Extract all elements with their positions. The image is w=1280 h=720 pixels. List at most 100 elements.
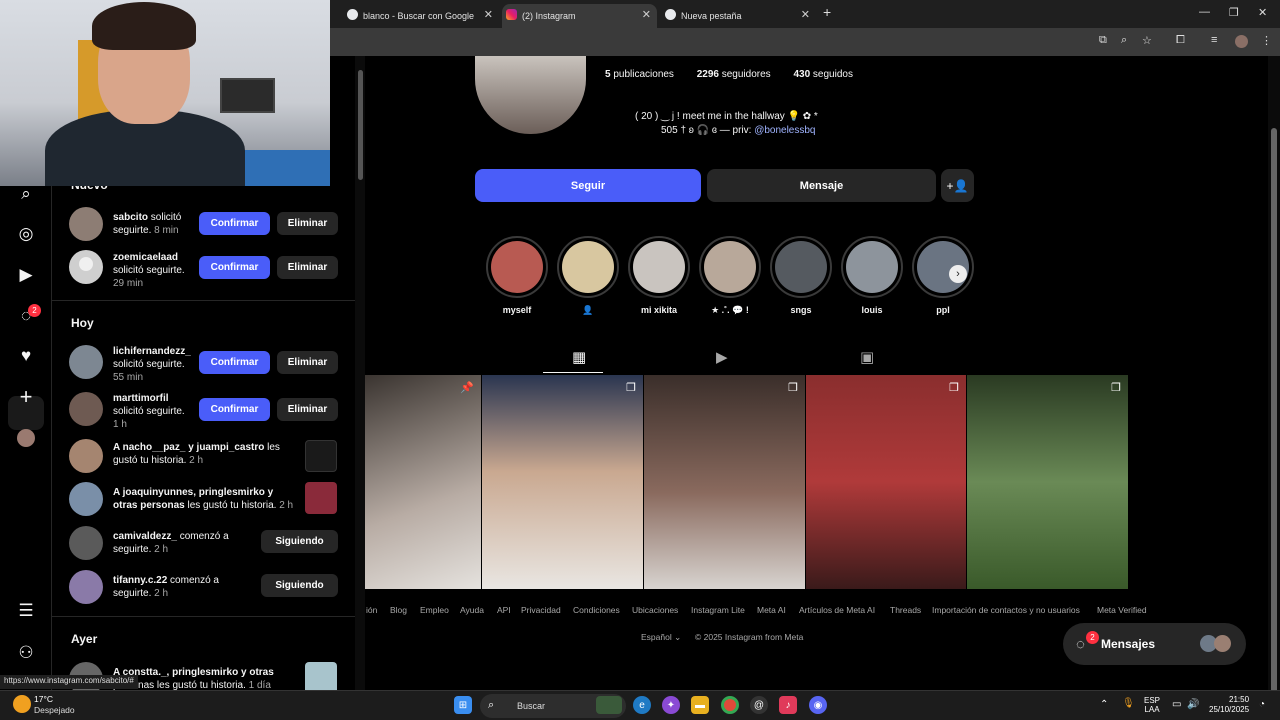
notif-user[interactable]: sabcito bbox=[113, 212, 148, 223]
footer-link[interactable]: ión bbox=[366, 605, 377, 615]
post-thumbnail[interactable]: ❐ bbox=[806, 375, 966, 589]
threads-icon[interactable]: @ bbox=[750, 696, 768, 714]
confirm-button[interactable]: Confirmar bbox=[199, 351, 270, 374]
close-window-icon[interactable]: ✕ bbox=[1258, 6, 1267, 19]
microphone-icon[interactable]: 🎙 bbox=[1122, 699, 1135, 709]
story-thumbnail[interactable] bbox=[305, 662, 337, 690]
suggest-user-icon[interactable]: +👤 bbox=[941, 169, 974, 202]
footer-link[interactable]: Ayuda bbox=[460, 605, 484, 615]
notification-item[interactable]: zoemicaelaad solicitó seguirte. 29 min Co… bbox=[69, 250, 353, 290]
highlight-item[interactable]: 👤 bbox=[557, 236, 619, 317]
highlight-item[interactable]: mi xikita bbox=[628, 236, 690, 317]
copilot-icon[interactable]: ✦ bbox=[662, 696, 680, 714]
delete-button[interactable]: Eliminar bbox=[277, 212, 338, 235]
footer-link[interactable]: Blog bbox=[390, 605, 407, 615]
tab-google[interactable]: blanco - Buscar con Google ✕ bbox=[343, 4, 499, 28]
chevron-right-icon[interactable]: › bbox=[949, 265, 967, 283]
language-selector[interactable]: Español ⌄ bbox=[641, 632, 681, 643]
page-scrollbar-thumb[interactable] bbox=[1271, 128, 1277, 718]
footer-link[interactable]: Artículos de Meta AI bbox=[799, 605, 875, 615]
user-avatar[interactable] bbox=[69, 207, 103, 241]
user-avatar[interactable] bbox=[69, 345, 103, 379]
tray-chevron-icon[interactable]: ⌃ bbox=[1100, 700, 1108, 710]
following-button[interactable]: Siguiendo bbox=[261, 574, 338, 597]
threads-apps-icon[interactable]: ⚇ bbox=[14, 641, 38, 665]
reels-icon[interactable]: ▶ bbox=[14, 263, 38, 287]
post-thumbnail[interactable]: ❐ bbox=[967, 375, 1128, 589]
bookmark-star-icon[interactable]: ☆ bbox=[1142, 34, 1152, 47]
notif-user[interactable]: zoemicaelaad bbox=[113, 252, 178, 263]
network-icon[interactable]: ▭ bbox=[1172, 700, 1181, 710]
followers-count[interactable]: 2296 seguidores bbox=[697, 69, 781, 80]
footer-link[interactable]: Meta AI bbox=[757, 605, 786, 615]
delete-button[interactable]: Eliminar bbox=[277, 398, 338, 421]
user-avatar[interactable] bbox=[69, 526, 103, 560]
menu-dots-icon[interactable]: ⋮ bbox=[1261, 34, 1272, 47]
input-language[interactable]: ESP LAA bbox=[1144, 696, 1160, 714]
notif-user[interactable]: camivaldezz_ bbox=[113, 531, 177, 542]
user-avatar[interactable] bbox=[69, 570, 103, 604]
footer-link[interactable]: Meta Verified bbox=[1097, 605, 1147, 615]
notifications-icon[interactable]: ◔ bbox=[1259, 700, 1265, 710]
delete-button[interactable]: Eliminar bbox=[277, 351, 338, 374]
notif-user[interactable]: A nacho__paz_ y juampi_castro bbox=[113, 442, 264, 453]
edge-icon[interactable]: e bbox=[633, 696, 651, 714]
panel-scrollbar[interactable] bbox=[355, 56, 365, 690]
notif-user[interactable]: tifanny.c.22 bbox=[113, 575, 167, 586]
posts-grid-icon[interactable]: ▦ bbox=[572, 348, 586, 366]
footer-link[interactable]: API bbox=[497, 605, 511, 615]
chrome-icon[interactable] bbox=[721, 696, 739, 714]
notif-user[interactable]: marttimorfil bbox=[113, 393, 169, 404]
post-thumbnail[interactable]: 📌 bbox=[365, 375, 481, 589]
notif-user[interactable]: lichifernandezz_ bbox=[113, 346, 191, 357]
highlight-item[interactable]: louis bbox=[841, 236, 903, 317]
confirm-button[interactable]: Confirmar bbox=[199, 256, 270, 279]
highlight-item[interactable]: myself bbox=[486, 236, 548, 317]
tab-instagram[interactable]: (2) Instagram ✕ bbox=[502, 4, 657, 28]
user-avatar[interactable] bbox=[69, 439, 103, 473]
close-tab-icon[interactable]: ✕ bbox=[642, 8, 651, 21]
windows-start-icon[interactable]: ⊞ bbox=[454, 696, 472, 714]
following-button[interactable]: Siguiendo bbox=[261, 530, 338, 553]
panel-scrollbar-thumb[interactable] bbox=[358, 70, 363, 180]
profile-picture[interactable] bbox=[475, 56, 586, 134]
tab-new[interactable]: Nueva pestaña ✕ bbox=[661, 4, 816, 28]
cast-icon[interactable]: ⧉ bbox=[1099, 34, 1107, 47]
file-explorer-icon[interactable]: ▬ bbox=[691, 696, 709, 714]
follow-button[interactable]: Seguir bbox=[475, 169, 701, 202]
delete-button[interactable]: Eliminar bbox=[277, 256, 338, 279]
notifications-heart-icon[interactable]: ♥ bbox=[14, 344, 38, 368]
profile-avatar-icon[interactable] bbox=[1235, 35, 1248, 48]
posts-count[interactable]: 5 publicaciones bbox=[605, 69, 684, 80]
notification-item[interactable]: lichifernandezz_ solicitó seguirte. 55 mi… bbox=[69, 345, 353, 385]
user-avatar[interactable] bbox=[69, 392, 103, 426]
more-menu-icon[interactable]: ☰ bbox=[14, 599, 38, 623]
story-thumbnail[interactable] bbox=[305, 440, 337, 472]
volume-icon[interactable]: 🔊 bbox=[1187, 700, 1199, 710]
close-tab-icon[interactable]: ✕ bbox=[484, 8, 493, 21]
notification-item[interactable]: A joaquinyunnes, pringlesmirko y otras p… bbox=[69, 482, 353, 516]
notification-item[interactable]: sabcito solicitó seguirte. 8 min Confirm… bbox=[69, 207, 353, 241]
discord-icon[interactable]: ◉ bbox=[809, 696, 827, 714]
reels-tab-icon[interactable]: ▶ bbox=[716, 348, 728, 366]
footer-link[interactable]: Threads bbox=[890, 605, 921, 615]
weather-widget-icon[interactable] bbox=[596, 696, 622, 714]
following-count[interactable]: 430 seguidos bbox=[793, 69, 863, 80]
tagged-tab-icon[interactable]: ▣ bbox=[860, 348, 874, 366]
notification-item[interactable]: A nacho__paz_ y juampi_castro les gustó … bbox=[69, 439, 353, 473]
weather-icon[interactable] bbox=[13, 695, 31, 713]
notification-item[interactable]: tifanny.c.22 comenzó a seguirte. 2 h Sig… bbox=[69, 570, 353, 604]
media-icon[interactable]: ≡ bbox=[1211, 34, 1217, 46]
profile-avatar[interactable] bbox=[17, 429, 35, 447]
system-clock[interactable]: 21:50 25/10/2025 bbox=[1209, 695, 1249, 715]
message-button[interactable]: Mensaje bbox=[707, 169, 936, 202]
footer-link[interactable]: Privacidad bbox=[521, 605, 561, 615]
confirm-button[interactable]: Confirmar bbox=[199, 398, 270, 421]
messages-button[interactable]: ◌ 2 Mensajes bbox=[1063, 623, 1246, 665]
page-scrollbar[interactable] bbox=[1268, 56, 1280, 718]
post-thumbnail[interactable]: ❐ bbox=[482, 375, 643, 589]
footer-link[interactable]: Ubicaciones bbox=[632, 605, 678, 615]
story-thumbnail[interactable] bbox=[305, 482, 337, 514]
post-thumbnail[interactable]: ❐ bbox=[644, 375, 805, 589]
close-tab-icon[interactable]: ✕ bbox=[801, 8, 810, 21]
